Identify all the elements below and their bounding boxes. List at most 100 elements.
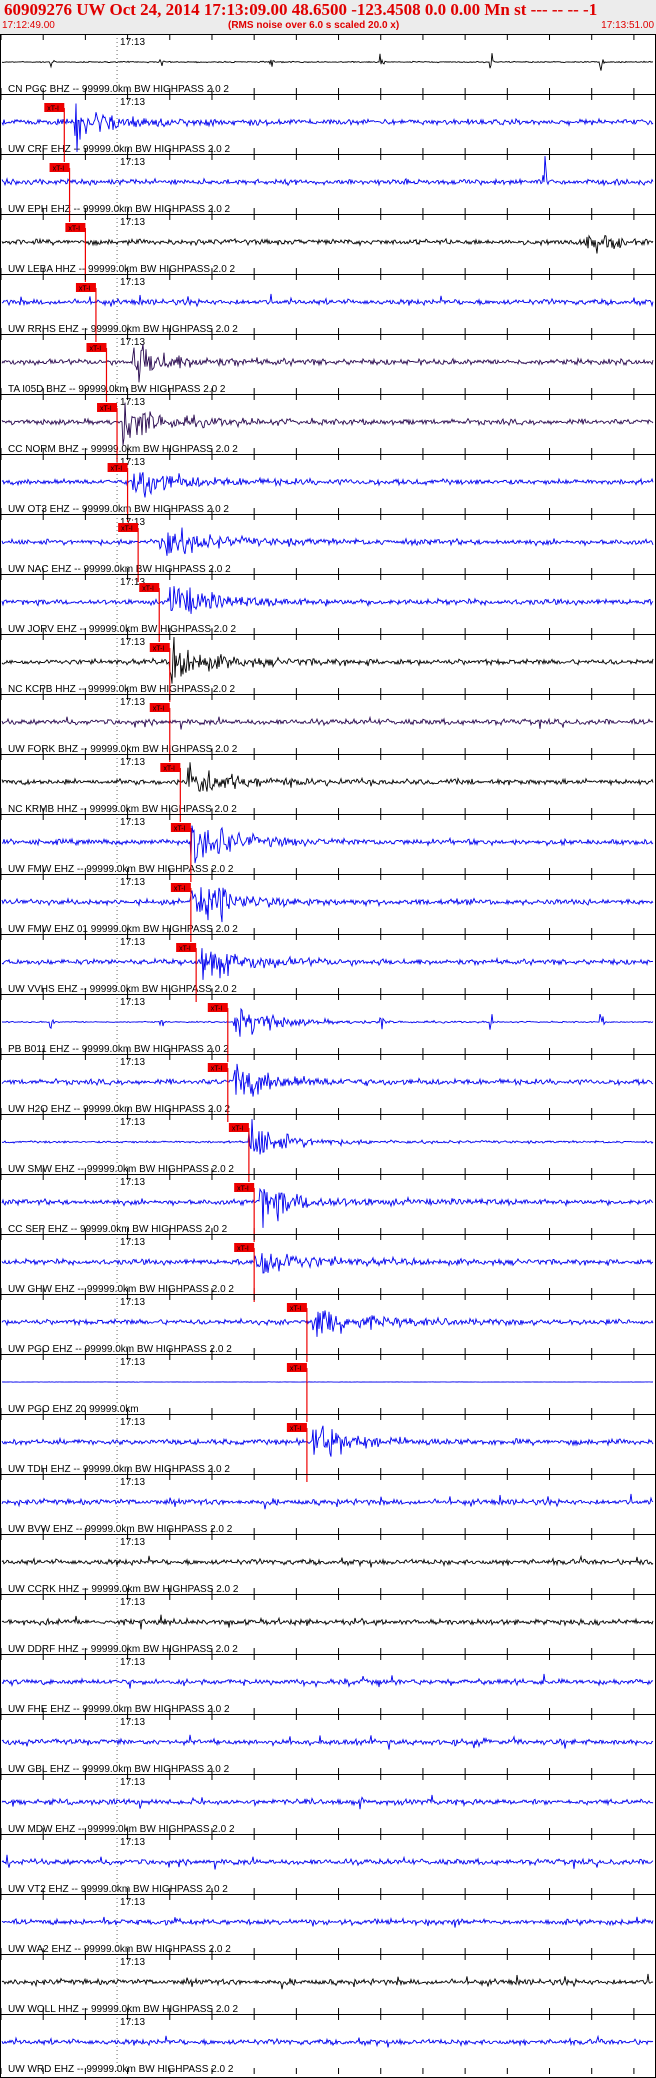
waveform — [1, 1063, 654, 1097]
station-label: UW DDRF HHZ -- 99999.0km BW HIGHPASS 2.0… — [8, 1644, 238, 1655]
trace-row: 17:13 TA I05D BHZ -- 99999.0km BW HIGHPAS… — [0, 334, 656, 402]
time-tick-label: 17:13 — [120, 2017, 145, 2028]
time-tick-label: 17:13 — [120, 1897, 145, 1908]
time-tick-label: 17:13 — [120, 1777, 145, 1788]
pick-label: xT-I — [47, 106, 59, 113]
time-tick-label: 17:13 — [120, 1537, 145, 1548]
pick-label: xT-I — [290, 1426, 302, 1433]
station-label: UW FMW EHZ -- 99999.0km BW HIGHPASS 2.0 … — [8, 864, 234, 875]
trace-row: 17:13 UW EPH EHZ -- 99999.0km BW HIGHPASS… — [0, 154, 656, 222]
trace-row: 17:13 UW SMW EHZ -- 99999.0km BW HIGHPASS… — [0, 1114, 656, 1182]
time-tick-label: 17:13 — [120, 937, 145, 948]
waveform — [1, 1554, 654, 1568]
time-tick-label: 17:13 — [120, 1237, 145, 1248]
station-label: CC NORM BHZ -- 99999.0km BW HIGHPASS 2.0… — [8, 444, 238, 455]
trace-row: 17:13 UW FHE EHZ -- 99999.0km BW HIGHPASS… — [0, 1654, 656, 1715]
waveform — [1, 762, 654, 792]
pick-label: xT-I — [174, 886, 186, 893]
station-label: UW H2O EHZ -- 99999.0km BW HIGHPASS 2.0 … — [8, 1104, 231, 1115]
time-tick-label: 17:13 — [120, 1297, 145, 1308]
waveform — [1, 527, 654, 556]
station-label: UW LEBA HHZ -- 99999.0km BW HIGHPASS 2.0… — [8, 264, 236, 275]
pick-label: xT-I — [232, 1126, 244, 1133]
station-label: UW WA2 EHZ -- 99999.0km BW HIGHPASS 2.0 … — [8, 1944, 231, 1955]
waveform — [1, 1673, 654, 1689]
trace-row: 17:13 UW WOLL HHZ -- 99999.0km BW HIGHPAS… — [0, 1954, 656, 2015]
pick-label: xT-I — [290, 1366, 302, 1373]
station-label: CN PGC BHZ -- 99999.0km BW HIGHPASS 2.0 … — [8, 84, 229, 95]
waveform — [1, 887, 654, 923]
station-label: UW GHW EHZ -- 99999.0km BW HIGHPASS 2.0 … — [8, 1284, 234, 1295]
pick-label: xT-I — [211, 1006, 223, 1013]
station-label: UW GBL EHZ -- 99999.0km BW HIGHPASS 2.0 … — [8, 1764, 230, 1775]
station-label: UW FHE EHZ -- 99999.0km BW HIGHPASS 2.0 … — [8, 1704, 230, 1715]
waveform — [1, 1253, 654, 1274]
trace-row: 17:13 UW VVHS EHZ -- 99999.0km BW HIGHPAS… — [0, 934, 656, 1002]
station-label: UW FMW EHZ 01 99999.0km BW HIGHPASS 2.0 … — [8, 924, 238, 935]
pick-label: xT-I — [211, 1066, 223, 1073]
trace-row: 17:13 UW GBL EHZ -- 99999.0km BW HIGHPASS… — [0, 1714, 656, 1775]
station-label: UW NAC EHZ -- 99999.0km BW HIGHPASS 2.0 … — [8, 564, 231, 575]
pick-label: xT-I — [111, 466, 123, 473]
station-label: UW EPH EHZ -- 99999.0km BW HIGHPASS 2.0 … — [8, 204, 231, 215]
pick-label: xT-I — [142, 586, 154, 593]
station-label: UW WRD EHZ -- 99999.0km BW HIGHPASS 2.0 … — [8, 2064, 234, 2075]
waveform — [1, 948, 654, 980]
time-tick-label: 17:13 — [120, 1957, 145, 1968]
station-label: UW JORV EHZ -- 99999.0km BW HIGHPASS 2.0… — [8, 624, 236, 635]
waveform — [1, 1973, 654, 1990]
header-bar: 60909276 UW Oct 24, 2014 17:13:09.00 48.… — [0, 0, 656, 34]
trace-row: 17:13 UW FORK BHZ -- 99999.0km BW HIGHPAS… — [0, 694, 656, 762]
pick-label: xT-I — [121, 526, 133, 533]
trace-row: 17:13 CN PGC BHZ -- 99999.0km BW HIGHPASS… — [0, 34, 654, 95]
time-tick-label: 17:13 — [120, 337, 145, 348]
pick-label: xT-I — [237, 1186, 249, 1193]
pick-label: xT-I — [100, 406, 112, 413]
pick-label: xT-I — [237, 1246, 249, 1253]
time-tick-label: 17:13 — [120, 97, 145, 108]
waveform — [1, 1187, 654, 1228]
time-tick-label: 17:13 — [120, 1477, 145, 1488]
time-tick-label: 17:13 — [120, 1597, 145, 1608]
time-tick-label: 17:13 — [120, 877, 145, 888]
pick-label: xT-I — [290, 1306, 302, 1313]
time-tick-label: 17:13 — [120, 637, 145, 648]
start-time: 17:12:49.00 — [2, 20, 55, 31]
waveform — [1, 1794, 654, 1810]
trace-row: 17:13 UW H2O EHZ -- 99999.0km BW HIGHPASS… — [0, 1054, 656, 1122]
waveform — [1, 1007, 654, 1037]
trace-row: 17:13 NC KCPB HHZ -- 99999.0km BW HIGHPAS… — [0, 634, 656, 702]
station-label: UW MDW EHZ -- 99999.0km BW HIGHPASS 2.0 … — [8, 1824, 235, 1835]
time-tick-label: 17:13 — [120, 397, 145, 408]
station-label: UW BVW EHZ -- 99999.0km BW HIGHPASS 2.0 … — [8, 1524, 233, 1535]
station-label: UW VVHS EHZ -- 99999.0km BW HIGHPASS 2.0… — [8, 984, 237, 995]
pick-label: xT-I — [163, 766, 175, 773]
waveform — [1, 1310, 654, 1337]
pick-label: xT-I — [174, 826, 186, 833]
station-label: PB B011 EHZ -- 99999.0km BW HIGHPASS 2.0… — [8, 1044, 229, 1055]
time-tick-label: 17:13 — [120, 1717, 145, 1728]
waveform — [1, 155, 654, 187]
station-label: UW WOLL HHZ -- 99999.0km BW HIGHPASS 2.0… — [8, 2004, 238, 2015]
time-tick-label: 17:13 — [120, 997, 145, 1008]
waveform — [1, 586, 654, 614]
trace-row: 17:13 UW CRF EHZ -- 99999.0km BW HIGHPASS… — [0, 94, 656, 162]
pick-label: xT-I — [89, 346, 101, 353]
pick-label: xT-I — [68, 226, 80, 233]
trace-row: 17:13 UW FMW EHZ 01 99999.0km BW HIGHPASS… — [0, 874, 656, 942]
time-tick-label: 17:13 — [120, 757, 145, 768]
trace-row: 17:13 CC NORM BHZ -- 99999.0km BW HIGHPAS… — [0, 394, 656, 462]
station-label: UW PGO EHZ -- 99999.0km BW HIGHPASS 2.0 … — [8, 1344, 232, 1355]
waveform — [1, 825, 654, 864]
station-label: UW VT2 EHZ -- 99999.0km BW HIGHPASS 2.0 … — [8, 1884, 228, 1895]
station-label: UW CCRK HHZ -- 99999.0km BW HIGHPASS 2.0… — [8, 1584, 239, 1595]
end-time: 17:13:51.00 — [601, 20, 654, 31]
station-label: NC KCPB HHZ -- 99999.0km BW HIGHPASS 2.0… — [8, 684, 236, 695]
trace-row: 17:13 UW WA2 EHZ -- 99999.0km BW HIGHPASS… — [0, 1894, 656, 1955]
waveform — [1, 2034, 654, 2048]
time-tick-label: 17:13 — [120, 1657, 145, 1668]
seismogram-plot: 17:13 CN PGC BHZ -- 99999.0km BW HIGHPASS… — [0, 34, 656, 2078]
trace-row: 17:13 UW CCRK HHZ -- 99999.0km BW HIGHPAS… — [0, 1534, 656, 1595]
trace-row: 17:13 UW FMW EHZ -- 99999.0km BW HIGHPASS… — [0, 814, 656, 882]
trace-row: 17:13 UW TDH EHZ -- 99999.0km BW HIGHPASS… — [0, 1414, 656, 1482]
